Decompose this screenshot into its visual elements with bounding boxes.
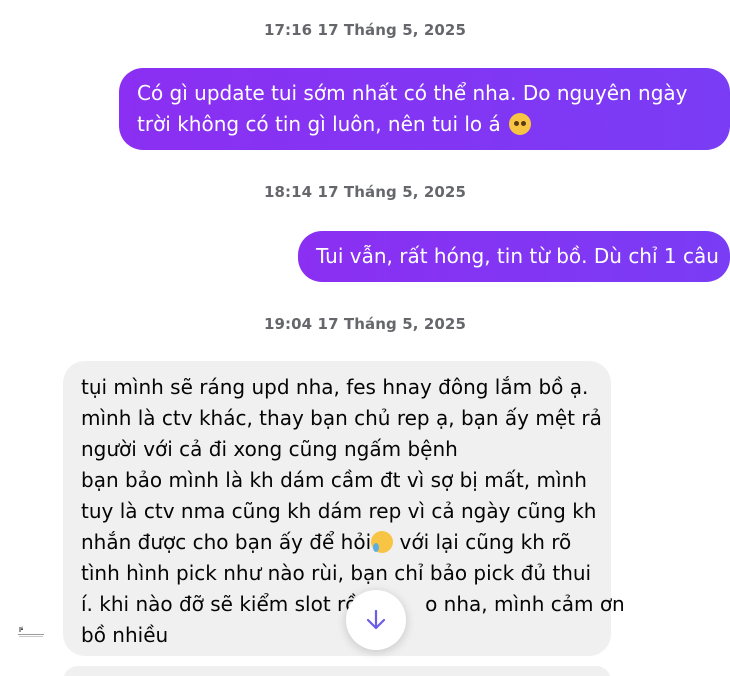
avatar-logo-icon <box>16 624 46 638</box>
outgoing-message[interactable]: Có gì update tui sớm nhất có thể nha. Do… <box>119 68 730 150</box>
message-text-line: bạn bảo mình là kh dám cầm đt vì sợ bị m… <box>81 468 587 492</box>
sad-tear-face-icon <box>371 531 394 553</box>
message-text-line: mình là ctv khác, thay bạn chủ rep ạ, bạ… <box>81 406 602 430</box>
message-text-line: tuy là ctv nma cũng kh dám rep vì cả ngà… <box>81 499 597 523</box>
message-text-line: người với cả đi xong cũng ngấm bệnh <box>81 437 458 461</box>
message-text-line: Tui vẫn, rất hóng, tin từ bồ. Dù chỉ 1 c… <box>316 244 719 268</box>
outgoing-message[interactable]: Tui vẫn, rất hóng, tin từ bồ. Dù chỉ 1 c… <box>298 231 730 282</box>
message-text-line: í. khi nào đỡ sẽ kiểm slot rồi <box>81 592 364 616</box>
message-text-line: tụi mình sẽ ráng upd nha, fes hnay đông … <box>81 375 589 399</box>
avatar[interactable] <box>15 622 47 640</box>
message-text-line: tình hình pick như nào rùi, bạn chỉ bảo … <box>81 561 592 585</box>
message-text-line: Có gì update tui sớm nhất có thể nha. Do… <box>137 81 688 105</box>
timestamp: 18:14 17 Tháng 5, 2025 <box>263 183 467 201</box>
message-text-line: nhắn được cho bạn ấy để hỏi <box>81 530 372 554</box>
arrow-down-icon <box>366 609 386 630</box>
scroll-to-bottom-button[interactable] <box>346 590 406 650</box>
flushed-face-icon <box>509 113 532 135</box>
timestamp: 17:16 17 Tháng 5, 2025 <box>263 21 467 39</box>
message-text-line: với lại cũng kh rõ <box>399 530 572 554</box>
chat-thread: 17:16 17 Tháng 5, 2025 Có gì update tui … <box>0 0 730 676</box>
incoming-message-partial <box>63 666 611 676</box>
timestamp: 19:04 17 Tháng 5, 2025 <box>263 315 467 333</box>
incoming-message[interactable]: tụi mình sẽ ráng upd nha, fes hnay đông … <box>63 361 625 656</box>
message-text-line: trời không có tin gì luôn, nên tui lo á <box>137 112 501 136</box>
message-text-line: o nha, mình cảm ơn <box>425 592 625 616</box>
